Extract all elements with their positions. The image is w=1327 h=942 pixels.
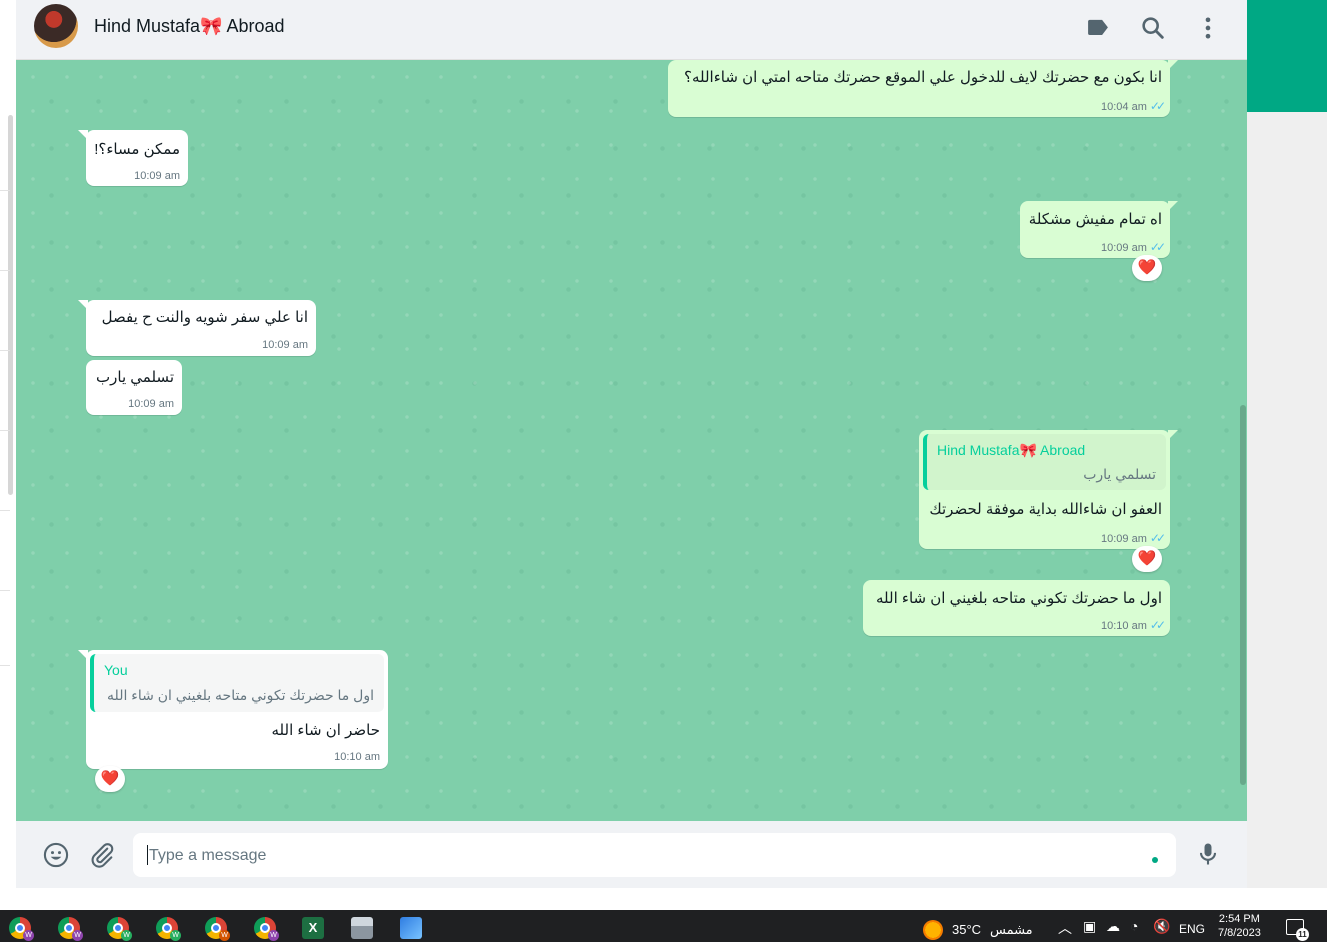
grammar-indicator xyxy=(1152,857,1158,863)
message-meta: 10:09 am ✓✓ xyxy=(1101,240,1166,254)
clock-date: 7/8/2023 xyxy=(1218,927,1261,939)
language-indicator[interactable]: ENG xyxy=(1179,922,1205,936)
chrome-taskbar-icon[interactable]: W xyxy=(156,917,181,941)
meet-now-icon[interactable]: ▣ xyxy=(1083,918,1096,935)
quoted-sender: Hind Mustafa🎀 Abroad xyxy=(937,442,1086,458)
message-outgoing-reply[interactable]: Hind Mustafa🎀 Abroad تسلمي يارب العفو ان… xyxy=(919,430,1178,549)
bubble-tail xyxy=(1168,201,1178,211)
reaction-badge[interactable]: ❤️ xyxy=(1132,546,1162,572)
wifi-icon[interactable]: ◔ xyxy=(1130,918,1138,934)
divider xyxy=(0,510,10,511)
clock-time: 2:54 PM xyxy=(1218,913,1260,925)
message-time: 10:10 am xyxy=(1101,620,1147,632)
read-receipt-icon: ✓✓ xyxy=(1149,240,1166,254)
read-receipt-icon: ✓✓ xyxy=(1149,99,1166,113)
message-time: 10:09 am xyxy=(262,339,308,351)
photos-taskbar-icon[interactable] xyxy=(400,917,422,939)
divider xyxy=(0,270,10,271)
read-receipt-icon: ✓✓ xyxy=(1149,618,1166,632)
divider xyxy=(0,430,10,431)
reaction-badge[interactable]: ❤️ xyxy=(95,766,125,792)
message-input[interactable] xyxy=(147,843,1141,869)
reaction-badge[interactable]: ❤️ xyxy=(1132,255,1162,281)
divider xyxy=(0,665,10,666)
message-text: تسلمي يارب xyxy=(96,369,174,386)
emoji-icon[interactable] xyxy=(42,841,70,874)
quoted-sender: You xyxy=(104,662,128,678)
divider xyxy=(0,350,10,351)
bubble-tail xyxy=(1168,430,1178,440)
chrome-taskbar-icon[interactable]: W xyxy=(107,917,132,941)
message-composer xyxy=(16,821,1247,888)
message-time: 10:04 am xyxy=(1101,101,1147,113)
message-input-box[interactable] xyxy=(133,833,1176,877)
chevron-up-icon[interactable]: ︿ xyxy=(1058,918,1072,938)
attach-icon[interactable] xyxy=(88,841,116,874)
chrome-taskbar-icon[interactable]: W xyxy=(58,917,83,941)
contact-avatar[interactable] xyxy=(34,4,78,48)
contact-name[interactable]: Hind Mustafa🎀 Abroad xyxy=(94,16,285,37)
quoted-text: تسلمي يارب xyxy=(1083,466,1156,482)
message-text: ممكن مساء؟! xyxy=(94,141,180,158)
message-time: 10:10 am xyxy=(334,751,380,763)
weather-sun-icon[interactable] xyxy=(923,920,943,940)
windows-taskbar: W W W W W W X 35°C مشمس ENG xyxy=(0,910,1327,942)
message-text: انا علي سفر شويه والنت ح يفصل xyxy=(101,309,308,326)
message-text: اه تمام مفيش مشكلة xyxy=(1028,211,1162,228)
message-text: انا بكون مع حضرتك لايف للدخول علي الموقع… xyxy=(684,69,1162,86)
message-outgoing[interactable]: اه تمام مفيش مشكلة 10:09 am ✓✓ xyxy=(1020,201,1178,258)
message-time: 10:09 am xyxy=(1101,242,1147,254)
bubble-tail xyxy=(1168,60,1178,70)
message-meta: 10:09 am ✓✓ xyxy=(1101,531,1166,545)
printer-taskbar-icon[interactable] xyxy=(351,917,373,939)
message-time: 10:09 am xyxy=(128,398,174,410)
message-outgoing[interactable]: اول ما حضرتك تكوني متاحه بلغيني ان شاء ا… xyxy=(863,580,1170,636)
bubble-tail xyxy=(78,300,88,310)
message-meta: 10:10 am ✓✓ xyxy=(1101,618,1166,632)
message-incoming[interactable]: تسلمي يارب 10:09 am xyxy=(86,360,182,415)
divider xyxy=(0,590,10,591)
weather-temperature[interactable]: 35°C xyxy=(952,922,981,937)
message-time: 10:09 am xyxy=(1101,533,1147,545)
notification-count: 11 xyxy=(1296,928,1309,941)
weather-condition[interactable]: مشمس xyxy=(990,922,1033,938)
conversation-scrollbar[interactable] xyxy=(1240,405,1246,785)
chrome-taskbar-icon[interactable]: W xyxy=(9,917,34,941)
quoted-text: اول ما حضرتك تكوني متاحه بلغيني ان شاء ا… xyxy=(107,687,374,703)
message-incoming[interactable]: انا علي سفر شويه والنت ح يفصل 10:09 am xyxy=(78,300,316,356)
bubble-tail xyxy=(78,130,88,140)
conversation-panel[interactable]: انا بكون مع حضرتك لايف للدخول علي الموقع… xyxy=(16,60,1247,821)
search-icon[interactable] xyxy=(1139,14,1167,42)
message-text: حاضر ان شاء الله xyxy=(271,722,380,739)
message-text: العفو ان شاءالله بداية موفقة لحضرتك xyxy=(929,501,1162,518)
chat-list-scrollbar[interactable] xyxy=(8,115,13,495)
chat-list-edge xyxy=(0,0,17,888)
message-incoming-reply[interactable]: You اول ما حضرتك تكوني متاحه بلغيني ان ش… xyxy=(78,650,388,769)
quoted-message[interactable]: Hind Mustafa🎀 Abroad تسلمي يارب xyxy=(923,434,1166,490)
volume-muted-icon[interactable]: 🔇 xyxy=(1153,918,1170,935)
chrome-taskbar-icon[interactable]: W xyxy=(254,917,279,941)
chrome-taskbar-icon[interactable]: W xyxy=(205,917,230,941)
read-receipt-icon: ✓✓ xyxy=(1149,531,1166,545)
excel-taskbar-icon[interactable]: X xyxy=(302,917,324,939)
chat-header: Hind Mustafa🎀 Abroad xyxy=(16,0,1247,60)
whatsapp-green-band xyxy=(1247,0,1327,112)
more-options-icon[interactable] xyxy=(1194,14,1222,42)
message-time: 10:09 am xyxy=(134,170,180,182)
microphone-icon[interactable] xyxy=(1194,840,1222,873)
bubble-tail xyxy=(78,650,88,660)
background-window xyxy=(1247,0,1327,888)
message-meta: 10:04 am ✓✓ xyxy=(1101,99,1166,113)
message-incoming[interactable]: ممكن مساء؟! 10:09 am xyxy=(78,130,188,186)
system-clock[interactable]: 2:54 PM 7/8/2023 xyxy=(1218,912,1261,940)
quoted-message[interactable]: You اول ما حضرتك تكوني متاحه بلغيني ان ش… xyxy=(90,654,384,712)
message-text: اول ما حضرتك تكوني متاحه بلغيني ان شاء ا… xyxy=(875,590,1162,607)
divider xyxy=(0,190,10,191)
onedrive-icon[interactable]: ☁ xyxy=(1106,918,1120,935)
label-icon[interactable] xyxy=(1084,14,1112,42)
message-outgoing[interactable]: انا بكون مع حضرتك لايف للدخول علي الموقع… xyxy=(668,60,1178,117)
